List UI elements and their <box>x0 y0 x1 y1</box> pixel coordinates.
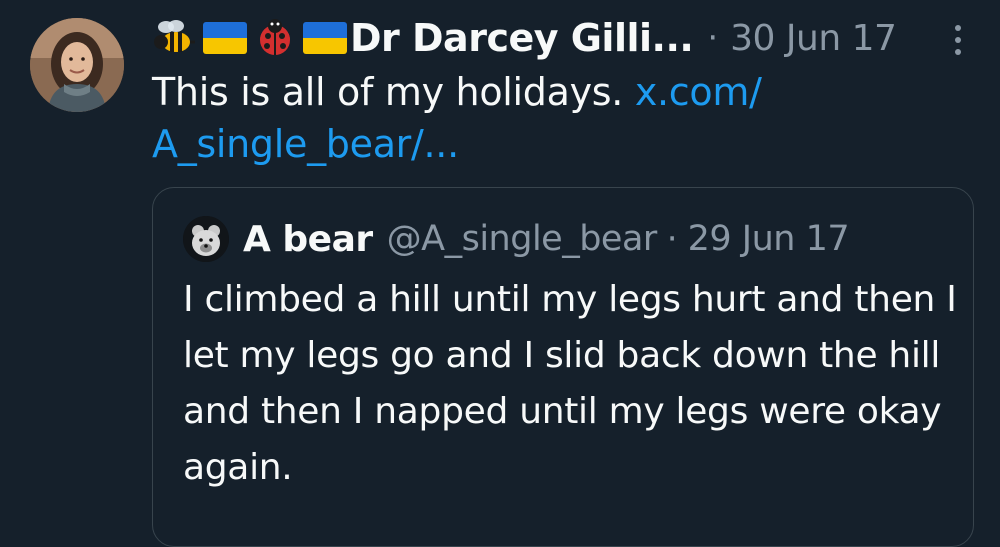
quoted-meta-separator: · <box>666 219 678 259</box>
ladybug-icon <box>260 19 290 55</box>
more-options-button[interactable] <box>946 20 970 60</box>
quoted-author-avatar[interactable] <box>183 216 229 262</box>
meta-separator: · <box>707 18 719 58</box>
tweet-header: Dr Darcey Gilli... · 30 Jun 17 <box>152 10 897 66</box>
quoted-tweet-timestamp[interactable]: 29 Jun 17 <box>688 219 850 259</box>
quoted-tweet-text: I climbed a hill until my legs hurt and … <box>183 279 957 488</box>
quoted-author-handle[interactable]: @A_single_bear <box>387 219 658 259</box>
link-text-part-2: A_single_bear/... <box>152 122 459 166</box>
more-vertical-icon <box>955 25 961 55</box>
link-text-part-1: x.com/ <box>634 70 762 114</box>
author-photo-icon <box>30 18 124 112</box>
bear-avatar-icon <box>183 216 229 262</box>
tweet-text: This is all of my holidays. x.com/A_sing… <box>152 66 952 170</box>
quoted-author-display-name[interactable]: A bear <box>243 219 373 260</box>
tweet-timestamp[interactable]: 30 Jun 17 <box>730 18 897 59</box>
ukraine-flag-icon <box>203 22 247 54</box>
quoted-tweet-card[interactable]: A bear @A_single_bear · 29 Jun 17 I clim… <box>152 187 974 547</box>
author-display-name[interactable]: Dr Darcey Gilli... <box>350 16 694 60</box>
tweet: Dr Darcey Gilli... · 30 Jun 17 This is a… <box>0 0 1000 547</box>
quoted-tweet-header: A bear @A_single_bear · 29 Jun 17 <box>183 214 850 264</box>
author-avatar[interactable] <box>30 18 124 112</box>
name-emojis <box>152 18 348 58</box>
bee-icon <box>154 20 195 52</box>
tweet-body-text: This is all of my holidays. <box>152 70 635 114</box>
ukraine-flag-icon <box>303 22 347 54</box>
